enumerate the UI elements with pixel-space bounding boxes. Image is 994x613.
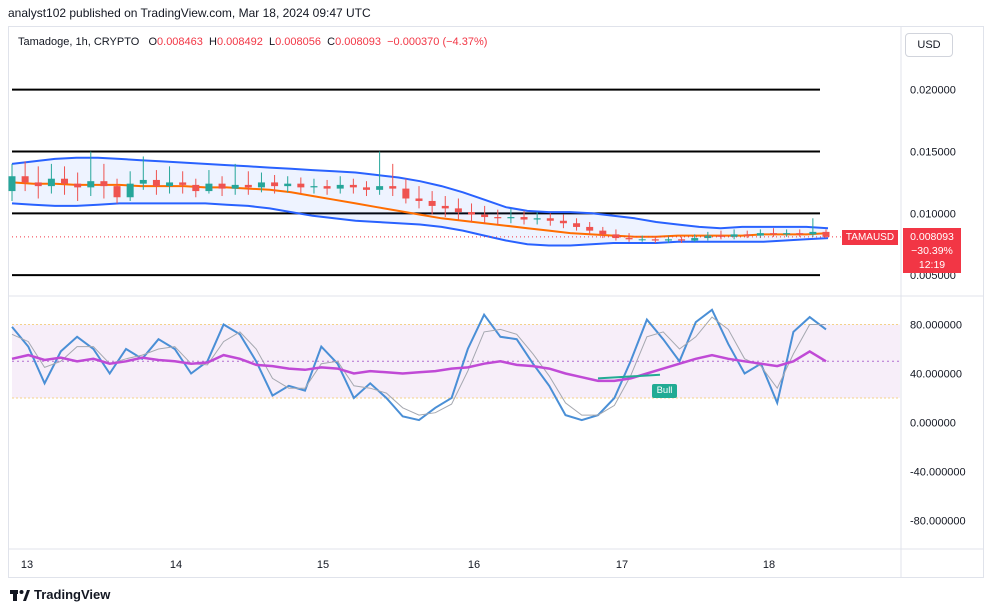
candle-body (415, 198, 423, 201)
candle-body (139, 179, 147, 184)
candle-body (783, 233, 791, 235)
price-tick-label: 0.015000 (910, 147, 956, 159)
candle-body (796, 233, 804, 235)
brand-name: TradingView (34, 587, 111, 602)
bar-countdown: 12:19 (918, 259, 946, 271)
time-tick-label: 17 (616, 559, 628, 571)
candle-body (47, 178, 55, 187)
candle-body (284, 183, 292, 187)
oscillator-tick-label: 0.000000 (910, 418, 956, 430)
candle-body (257, 182, 265, 188)
candle-body (61, 178, 69, 184)
candle-body (402, 188, 410, 199)
candle-body (559, 220, 567, 224)
candle-body (205, 183, 213, 192)
candle-body (651, 239, 659, 241)
tradingview-logo[interactable]: TradingView (10, 587, 110, 602)
candle-body (586, 226, 594, 231)
candle-body (441, 205, 449, 209)
candle-body (756, 233, 764, 236)
candle-body (179, 182, 187, 185)
bollinger-fill (12, 157, 828, 246)
candle-body (336, 184, 344, 189)
candle-body (349, 184, 357, 188)
time-tick-label: 15 (317, 559, 329, 571)
candle-body (468, 212, 476, 215)
candle-body (376, 186, 384, 190)
last-price-change: −30.39% (911, 245, 953, 257)
oscillator-tick-label: 40.000000 (910, 369, 962, 381)
candle-body (231, 184, 239, 189)
candle-body (599, 230, 607, 235)
candle-body (113, 186, 121, 198)
candle-body (297, 183, 305, 188)
candle-body (638, 239, 646, 241)
last-price-tag: 0.008093 −30.39% 12:19 (903, 228, 961, 273)
candle-body (769, 233, 777, 235)
last-price: 0.008093 (910, 231, 954, 243)
candle-body (494, 217, 502, 219)
candle-body (244, 184, 252, 188)
candle-body (271, 182, 279, 187)
candle-body (126, 183, 134, 198)
candle-body (507, 217, 515, 219)
bull-signal-label: Bull (652, 384, 677, 398)
chart-canvas[interactable]: 0.0200000.0150000.0100000.00500013 14 15 16… (0, 0, 994, 613)
candle-body (428, 200, 436, 206)
candle-body (323, 186, 331, 189)
candle-body (573, 223, 581, 227)
candle-body (822, 231, 830, 237)
tradingview-logo-icon (10, 590, 30, 602)
candle-body (520, 217, 528, 220)
candle-body (743, 234, 751, 236)
candle-body (481, 214, 489, 218)
candle-body (533, 218, 541, 220)
candle-body (389, 186, 397, 189)
candle-body (612, 234, 620, 239)
price-tick-label: 0.020000 (910, 85, 956, 97)
candle-body (74, 183, 82, 188)
candle-body (546, 218, 554, 221)
candle-body (218, 183, 226, 189)
candle-body (664, 239, 672, 241)
time-tick-label: 18 (763, 559, 775, 571)
time-tick-label: 14 (170, 559, 182, 571)
candle-body (310, 186, 318, 188)
candle-body (100, 181, 108, 187)
oscillator-tick-label: -40.000000 (910, 467, 966, 479)
time-tick-label: 13 (21, 559, 33, 571)
candle-body (454, 208, 462, 213)
candle-body (691, 238, 699, 241)
price-tick-label: 0.010000 (910, 208, 956, 220)
candle-body (34, 182, 42, 187)
symbol-price-tag: TAMAUSD (842, 230, 898, 245)
oscillator-tick-label: -80.000000 (910, 516, 966, 528)
candle-body (625, 238, 633, 240)
candle-body (166, 182, 174, 187)
candle-body (8, 176, 16, 192)
time-tick-label: 16 (468, 559, 480, 571)
candle-body (21, 176, 29, 183)
oscillator-tick-label: 80.000000 (910, 320, 962, 332)
candle-body (678, 239, 686, 241)
candle-body (809, 231, 817, 235)
candle-body (152, 179, 160, 187)
candle-body (192, 184, 200, 192)
candle-body (362, 187, 370, 190)
candle-body (87, 181, 95, 188)
candle-body (704, 235, 712, 239)
